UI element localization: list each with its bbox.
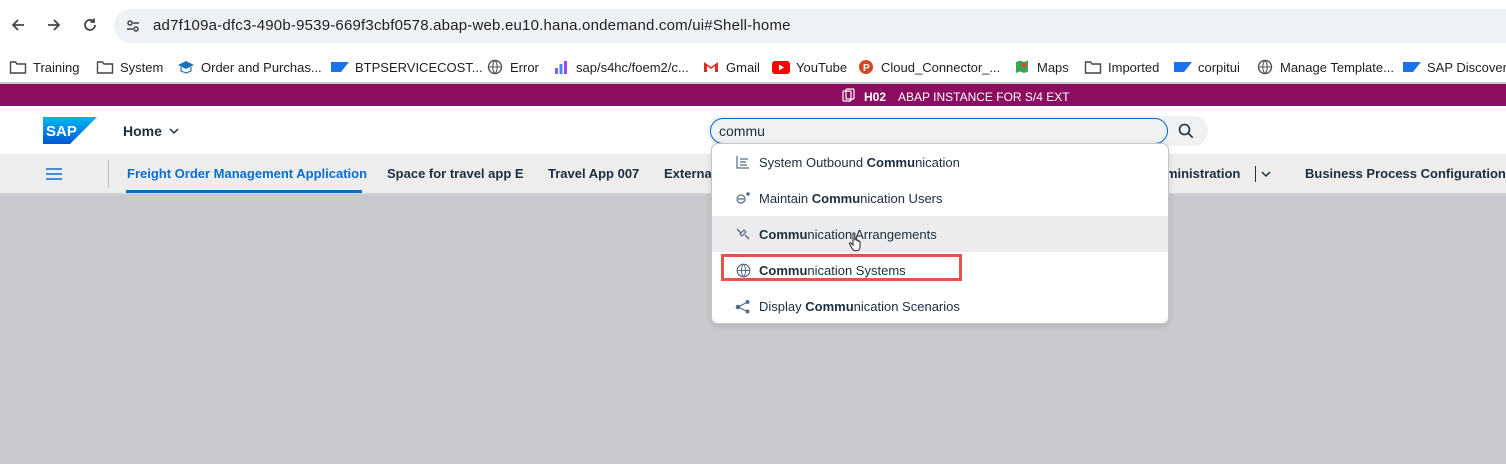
bookmark-sap-discovery[interactable]: SAP Discovery: [1403, 57, 1506, 77]
maps-icon: [1013, 58, 1031, 76]
tab-space-for-travel-app[interactable]: Space for travel app E: [387, 166, 524, 181]
copy-icon[interactable]: [842, 88, 856, 105]
sap-logo[interactable]: SAP: [43, 117, 97, 144]
tab-administration[interactable]: dministration: [1158, 166, 1240, 181]
bookmark-system[interactable]: System: [96, 57, 163, 77]
back-icon[interactable]: [7, 14, 29, 36]
hand-cursor-icon: [848, 232, 861, 252]
sap-logo-icon: [1174, 58, 1192, 76]
bookmark-label: Cloud_Connector_...: [881, 59, 1001, 75]
bookmark-label: YouTube: [796, 59, 848, 75]
suggestion-match: Commu: [805, 298, 854, 314]
home-label: Home: [123, 123, 162, 139]
bookmark-label: System: [120, 59, 164, 75]
suggestion-text: System Outbound: [759, 154, 867, 170]
divider: [108, 160, 109, 188]
search-icon[interactable]: [1177, 122, 1195, 140]
bookmark-maps[interactable]: Maps: [1013, 57, 1069, 77]
annotation-highlight-box: [721, 254, 962, 281]
home-menu-button[interactable]: Home: [123, 123, 179, 139]
search-field-container: [707, 116, 1208, 146]
tab-travel-app-007[interactable]: Travel App 007: [548, 166, 639, 181]
chevron-down-icon: [1261, 170, 1271, 177]
hamburger-menu-icon[interactable]: [44, 165, 64, 183]
globe-icon: [1256, 58, 1274, 76]
globe-icon: [486, 58, 504, 76]
list-icon: [735, 154, 751, 170]
active-tab-indicator: [126, 190, 362, 193]
tab-business-process-configuration[interactable]: Business Process Configuration: [1305, 166, 1506, 181]
bookmark-label: Error: [510, 59, 539, 75]
folder-icon: [9, 58, 27, 76]
chart-icon: [552, 58, 570, 76]
bookmark-training[interactable]: Training: [9, 57, 79, 77]
bookmark-imported[interactable]: Imported: [1084, 57, 1159, 77]
divider: [1255, 166, 1256, 182]
suggestion-maintain-communication-users[interactable]: Maintain Commu nication Users: [712, 180, 1168, 216]
system-description: ABAP INSTANCE FOR S/4 EXT: [898, 89, 1070, 104]
sap-academy-icon: [177, 58, 195, 76]
bookmark-order-purchase[interactable]: Order and Purchas...: [177, 57, 322, 77]
tab-freight-order-management[interactable]: Freight Order Management Application: [127, 166, 367, 181]
folder-icon: [1084, 58, 1102, 76]
svg-text:SAP: SAP: [46, 123, 77, 140]
sap-logo-icon: [1403, 58, 1421, 76]
forward-icon[interactable]: [43, 14, 65, 36]
connection-icon: [735, 226, 751, 242]
bookmark-gmail[interactable]: Gmail: [702, 57, 760, 77]
user-settings-icon: [735, 190, 751, 206]
svg-text:P: P: [863, 63, 870, 74]
bookmark-label: Training: [33, 59, 80, 75]
browser-toolbar: ad7f109a-dfc3-490b-9539-669f3cbf0578.aba…: [0, 0, 1506, 52]
reload-icon[interactable]: [79, 14, 101, 36]
sap-logo-icon: [331, 58, 349, 76]
chevron-down-icon: [169, 127, 179, 134]
bookmark-label: sap/s4hc/foem2/c...: [576, 59, 689, 75]
suggestion-text: nication: [915, 154, 960, 170]
tab-external[interactable]: External: [664, 166, 715, 181]
suggestion-match: Commu: [759, 226, 808, 242]
bookmark-label: Imported: [1108, 59, 1160, 75]
suggestion-display-communication-scenarios[interactable]: Display Commu nication Scenarios: [712, 288, 1168, 323]
system-info-bar: H02 ABAP INSTANCE FOR S/4 EXT: [0, 84, 1506, 106]
bookmark-youtube[interactable]: YouTube: [772, 57, 847, 77]
bookmarks-bar: Training System Order and Purchas... BTP…: [0, 52, 1506, 82]
bookmark-label: SAP Discovery: [1427, 59, 1506, 75]
bookmark-label: Order and Purchas...: [201, 59, 322, 75]
suggestion-text: nication Scenarios: [853, 298, 960, 314]
suggestion-match: Commu: [811, 190, 861, 206]
gmail-icon: [702, 58, 720, 76]
bookmark-s4hc[interactable]: sap/s4hc/foem2/c...: [552, 57, 689, 77]
suggestion-match: Commu: [866, 154, 916, 170]
bookmark-manage-template[interactable]: Manage Template...: [1256, 57, 1394, 77]
url-text[interactable]: ad7f109a-dfc3-490b-9539-669f3cbf0578.aba…: [153, 17, 791, 34]
bookmark-btpservicecost[interactable]: BTPSERVICECOST...: [331, 57, 483, 77]
bookmark-label: Manage Template...: [1280, 59, 1394, 75]
share-nodes-icon: [735, 298, 751, 314]
bookmark-error[interactable]: Error: [486, 57, 539, 77]
bookmark-corpitui[interactable]: corpitui: [1174, 57, 1240, 77]
bookmark-cloud-connector[interactable]: P Cloud_Connector_...: [857, 57, 1000, 77]
bookmark-label: BTPSERVICECOST...: [355, 59, 483, 75]
site-settings-icon[interactable]: [124, 17, 142, 35]
search-suggestions-popover: System Outbound Commu nication Maintain C…: [711, 143, 1169, 324]
suggestion-text: nication Users: [860, 190, 943, 206]
folder-icon: [96, 58, 114, 76]
powerpoint-icon: P: [857, 58, 875, 76]
suggestion-text: Maintain: [759, 190, 812, 206]
tab-overflow-button[interactable]: [1255, 166, 1271, 182]
system-id: H02: [864, 89, 887, 104]
search-input[interactable]: [710, 118, 1168, 144]
bookmark-label: Maps: [1037, 59, 1069, 75]
bookmark-label: Gmail: [726, 59, 760, 75]
bookmark-label: corpitui: [1198, 59, 1240, 75]
suggestion-text: nication Arrangements: [807, 226, 937, 242]
suggestion-system-outbound-communication[interactable]: System Outbound Commu nication: [712, 144, 1168, 180]
suggestion-text: Display: [759, 298, 806, 314]
suggestion-communication-arrangements[interactable]: Commu nication Arrangements: [712, 216, 1168, 252]
youtube-icon: [772, 58, 790, 76]
